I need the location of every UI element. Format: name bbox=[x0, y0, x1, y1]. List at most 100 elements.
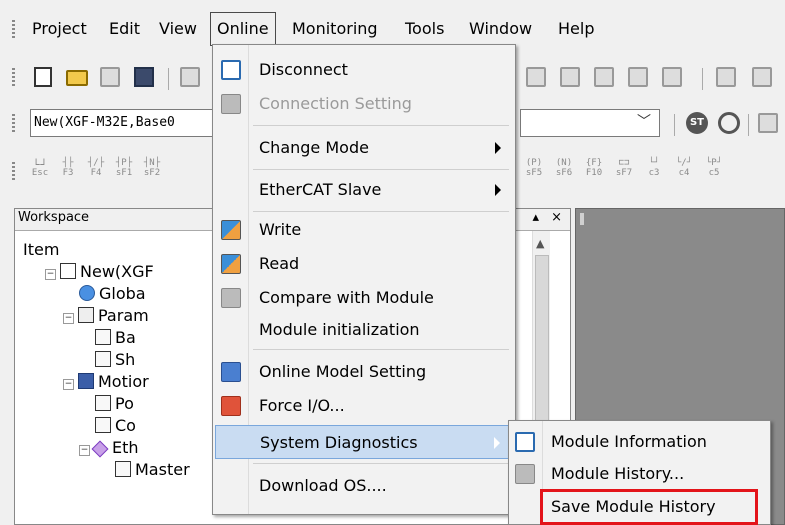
ladder-sf5-icon[interactable]: (P) sF5 bbox=[522, 158, 546, 178]
model-combo[interactable]: New(XGF-M32E,Base0 bbox=[30, 109, 240, 137]
chevron-down-icon: ﹀ bbox=[637, 114, 651, 130]
tree-item-motion[interactable]: − Motior bbox=[63, 371, 149, 393]
workspace-window-buttons[interactable]: ▴ × bbox=[532, 210, 566, 225]
toolbar-separator bbox=[748, 114, 749, 136]
menu-edit[interactable]: Edit bbox=[103, 12, 146, 46]
cut-icon[interactable] bbox=[752, 67, 772, 87]
collapse-icon[interactable]: − bbox=[63, 313, 74, 324]
tree-item-label: Co bbox=[115, 416, 136, 435]
ladder-c4-icon[interactable]: └/┘ c4 bbox=[672, 158, 696, 178]
menu-item-label: Write bbox=[259, 220, 302, 239]
tree-item-label: Po bbox=[115, 394, 134, 413]
ladder-c3-icon[interactable]: └┘ c3 bbox=[642, 158, 666, 178]
menu-item-module-initialization[interactable]: Module initialization bbox=[215, 313, 513, 347]
tree-item-base[interactable]: Ba bbox=[95, 327, 136, 349]
ladder-f3-icon[interactable]: ┤├ F3 bbox=[56, 158, 80, 178]
mode-combo[interactable]: ﹀ bbox=[520, 109, 660, 137]
menu-item-force-io[interactable]: Force I/O... bbox=[215, 389, 513, 423]
new-file-icon[interactable] bbox=[34, 67, 52, 87]
bookmark-nav-icon[interactable] bbox=[662, 67, 682, 87]
collapse-icon[interactable]: − bbox=[79, 445, 90, 456]
ladder-sf7-icon[interactable]: ⊏⊐ sF7 bbox=[612, 158, 636, 178]
open-project-icon[interactable] bbox=[100, 67, 120, 87]
ladder-f10-icon[interactable]: {F} F10 bbox=[582, 158, 606, 178]
find-icon[interactable] bbox=[594, 67, 614, 87]
parameter-icon bbox=[78, 307, 94, 323]
menu-item-online-model-setting[interactable]: Online Model Setting bbox=[215, 355, 513, 389]
menu-item-ethercat-slave[interactable]: EtherCAT Slave bbox=[215, 173, 513, 207]
collapse-icon[interactable]: − bbox=[63, 379, 74, 390]
master-icon bbox=[115, 461, 131, 477]
bookmark-icon[interactable] bbox=[628, 67, 648, 87]
menu-separator bbox=[253, 211, 509, 212]
tree-item-master[interactable]: Master bbox=[115, 459, 190, 481]
tree-item-co[interactable]: Co bbox=[95, 415, 136, 437]
menu-item-label: Change Mode bbox=[259, 138, 369, 157]
toolbar-grip[interactable] bbox=[12, 114, 15, 134]
menubar-grip[interactable] bbox=[12, 20, 15, 38]
submenu-item-module-history[interactable]: Module History... bbox=[511, 457, 768, 491]
no-entry-icon[interactable] bbox=[718, 112, 740, 134]
emphasis-highlight-box bbox=[540, 489, 758, 525]
copy-icon[interactable] bbox=[526, 67, 546, 87]
ladder-sf1-icon[interactable]: ┤P├ sF1 bbox=[112, 158, 136, 178]
ladder-c5-icon[interactable]: └P┘ c5 bbox=[702, 158, 726, 178]
menu-project[interactable]: Project bbox=[26, 12, 93, 46]
ladder-sf2-icon[interactable]: ┤N├ sF2 bbox=[140, 158, 164, 178]
online-menu-dropdown: Disconnect Connection Setting Change Mod… bbox=[212, 44, 516, 515]
menu-item-read[interactable]: Read bbox=[215, 247, 513, 281]
submenu-arrow-icon bbox=[494, 437, 500, 449]
write-icon bbox=[221, 220, 241, 240]
tree-item-label: Globa bbox=[99, 284, 146, 303]
collapse-icon[interactable]: − bbox=[45, 269, 56, 280]
menu-help[interactable]: Help bbox=[552, 12, 600, 46]
paste-icon[interactable] bbox=[560, 67, 580, 87]
menu-item-compare-with-module[interactable]: Compare with Module bbox=[215, 281, 513, 315]
menu-view[interactable]: View bbox=[153, 12, 203, 46]
ladder-f4-icon[interactable]: ┤/├ F4 bbox=[84, 158, 108, 178]
menu-tools[interactable]: Tools bbox=[399, 12, 450, 46]
cam-icon bbox=[95, 417, 111, 433]
tree-item-label: Master bbox=[135, 460, 190, 479]
menu-item-label: Connection Setting bbox=[259, 94, 412, 113]
tree-item-sh[interactable]: Sh bbox=[95, 349, 135, 371]
tree-item-global[interactable]: Globa bbox=[79, 283, 146, 305]
motion-icon bbox=[78, 373, 94, 389]
tree-item-param[interactable]: − Param bbox=[63, 305, 149, 327]
menu-window[interactable]: Window bbox=[463, 12, 538, 46]
tree-item-label: Motior bbox=[98, 372, 149, 391]
insert-contact-icon[interactable] bbox=[716, 67, 736, 87]
scroll-up-icon[interactable]: ▲ bbox=[536, 237, 544, 250]
menu-item-label: Online Model Setting bbox=[259, 362, 427, 381]
menu-item-system-diagnostics[interactable]: System Diagnostics bbox=[215, 425, 513, 459]
stop-icon[interactable]: ST bbox=[686, 112, 708, 134]
toolbar-grip[interactable] bbox=[12, 68, 15, 88]
ruler-icon[interactable] bbox=[758, 113, 778, 133]
submenu-item-label: Module History... bbox=[551, 464, 685, 483]
ladder-esc-icon[interactable]: ᒪᒧ Esc bbox=[28, 158, 52, 178]
menu-item-change-mode[interactable]: Change Mode bbox=[215, 131, 513, 165]
menu-monitoring[interactable]: Monitoring bbox=[286, 12, 384, 46]
tree-item-po[interactable]: Po bbox=[95, 393, 134, 415]
tree-item-label: Ba bbox=[115, 328, 136, 347]
menu-item-label: Module initialization bbox=[259, 320, 420, 339]
toolbar-grip[interactable] bbox=[12, 162, 15, 182]
menu-item-label: Disconnect bbox=[259, 60, 348, 79]
submenu-item-module-information[interactable]: Module Information bbox=[511, 425, 768, 459]
save-icon[interactable] bbox=[134, 67, 154, 87]
editor-marker bbox=[580, 213, 584, 225]
print-icon[interactable] bbox=[180, 67, 200, 87]
tree-item-eth[interactable]: − Eth bbox=[79, 437, 139, 459]
menu-item-label: Download OS.... bbox=[259, 476, 387, 495]
ladder-sf6-icon[interactable]: (N) sF6 bbox=[552, 158, 576, 178]
menu-online[interactable]: Online bbox=[210, 12, 276, 46]
compare-icon bbox=[221, 288, 241, 308]
menu-item-download-os[interactable]: Download OS.... bbox=[215, 469, 513, 503]
tree-item-label: Param bbox=[98, 306, 149, 325]
tree-item-project[interactable]: − New(XGF bbox=[45, 261, 154, 283]
menu-item-disconnect[interactable]: Disconnect bbox=[215, 53, 513, 87]
force-io-icon bbox=[221, 396, 241, 416]
open-folder-icon[interactable] bbox=[66, 70, 88, 86]
menu-item-write[interactable]: Write bbox=[215, 213, 513, 247]
workspace-title: Workspace bbox=[18, 210, 90, 225]
